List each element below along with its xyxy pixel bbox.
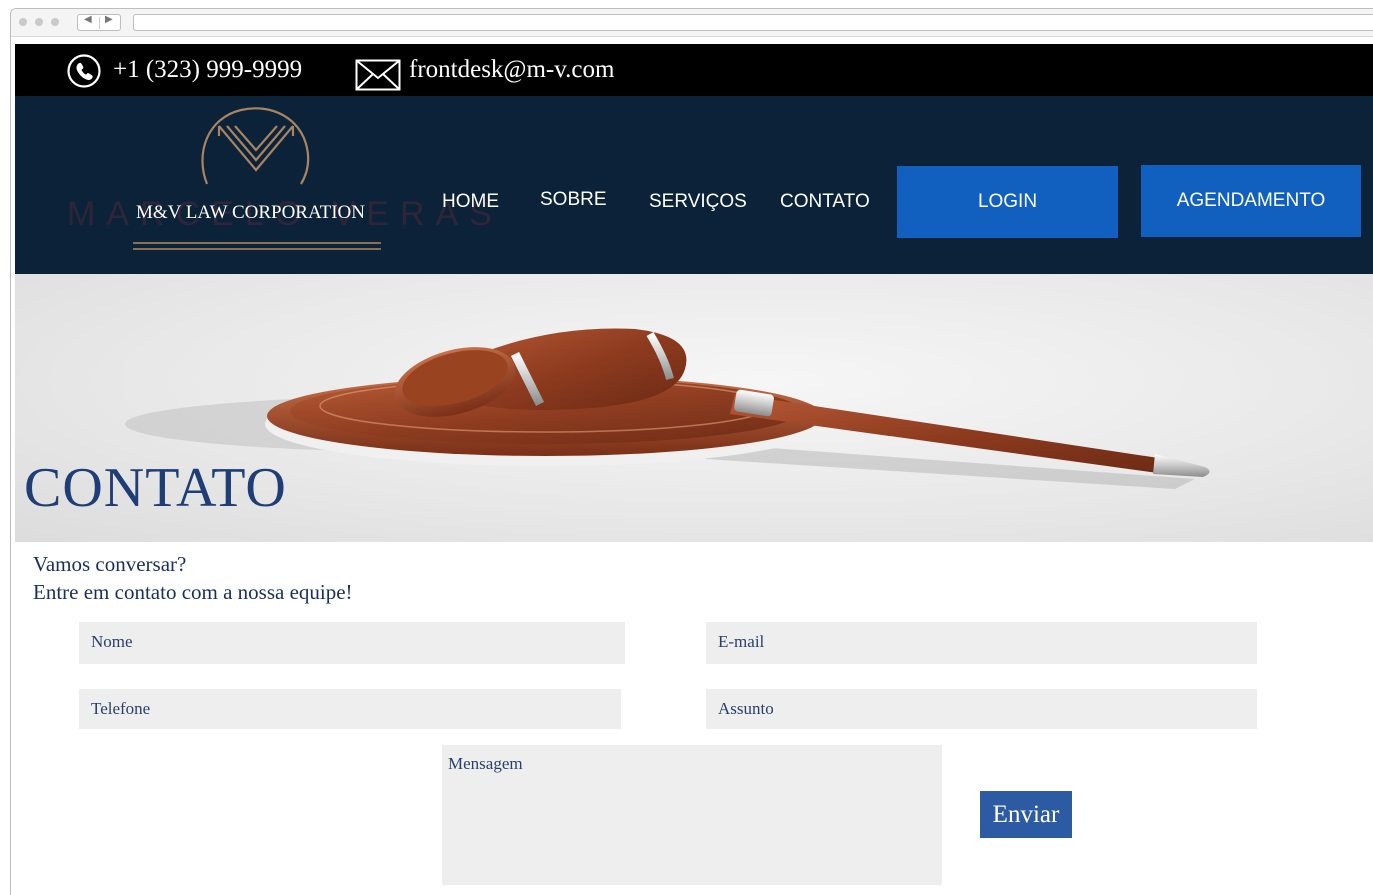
mail-icon	[355, 59, 401, 91]
browser-window: ◀ ▶ +1 (323) 999-9999 frontdesk@m-v.com …	[10, 8, 1373, 895]
window-maximize-dot[interactable]	[51, 18, 59, 26]
web-page: +1 (323) 999-9999 frontdesk@m-v.com MARC…	[15, 44, 1373, 895]
nav-sobre[interactable]: SOBRE	[540, 189, 607, 211]
window-minimize-dot[interactable]	[35, 18, 43, 26]
schedule-button[interactable]: AGENDAMENTO	[1141, 165, 1361, 237]
address-bar[interactable]	[133, 14, 1373, 31]
contact-topbar: +1 (323) 999-9999 frontdesk@m-v.com	[15, 44, 1373, 96]
browser-toolbar: ◀ ▶	[11, 9, 1373, 37]
window-close-dot[interactable]	[19, 18, 27, 26]
forward-arrow-icon[interactable]: ▶	[105, 14, 113, 25]
back-arrow-icon[interactable]: ◀	[84, 14, 92, 25]
intro-line-1: Vamos conversar?	[33, 552, 187, 576]
name-field[interactable]: Nome	[79, 622, 625, 664]
nav-home[interactable]: HOME	[442, 191, 499, 213]
phone-number[interactable]: +1 (323) 999-9999	[113, 56, 302, 84]
submit-button[interactable]: Enviar	[980, 791, 1072, 838]
logo-underline	[133, 242, 381, 244]
phone-icon	[67, 54, 101, 88]
page-title: CONTATO	[24, 457, 287, 519]
email-field[interactable]: E-mail	[706, 622, 1257, 664]
phone-field[interactable]: Telefone	[79, 689, 621, 729]
logo-m-icon[interactable]	[197, 106, 315, 192]
nav-servicos[interactable]: SERVIÇOS	[649, 191, 747, 213]
subject-field[interactable]: Assunto	[706, 689, 1257, 729]
nav-contato[interactable]: CONTATO	[780, 191, 870, 213]
login-button[interactable]: LOGIN	[897, 166, 1118, 238]
hero-banner: CONTATO	[15, 274, 1373, 542]
browser-nav-buttons: ◀ ▶	[77, 14, 121, 31]
email-address[interactable]: frontdesk@m-v.com	[409, 56, 614, 84]
logo-underline-2	[133, 248, 381, 250]
site-header: MARCELO VERAS M&V LAW CORPORATION HOME S…	[15, 96, 1373, 274]
logo-text[interactable]: M&V LAW CORPORATION	[136, 202, 365, 224]
intro-line-2: Entre em contato com a nossa equipe!	[33, 580, 353, 604]
message-textarea[interactable]: Mensagem	[442, 745, 942, 885]
